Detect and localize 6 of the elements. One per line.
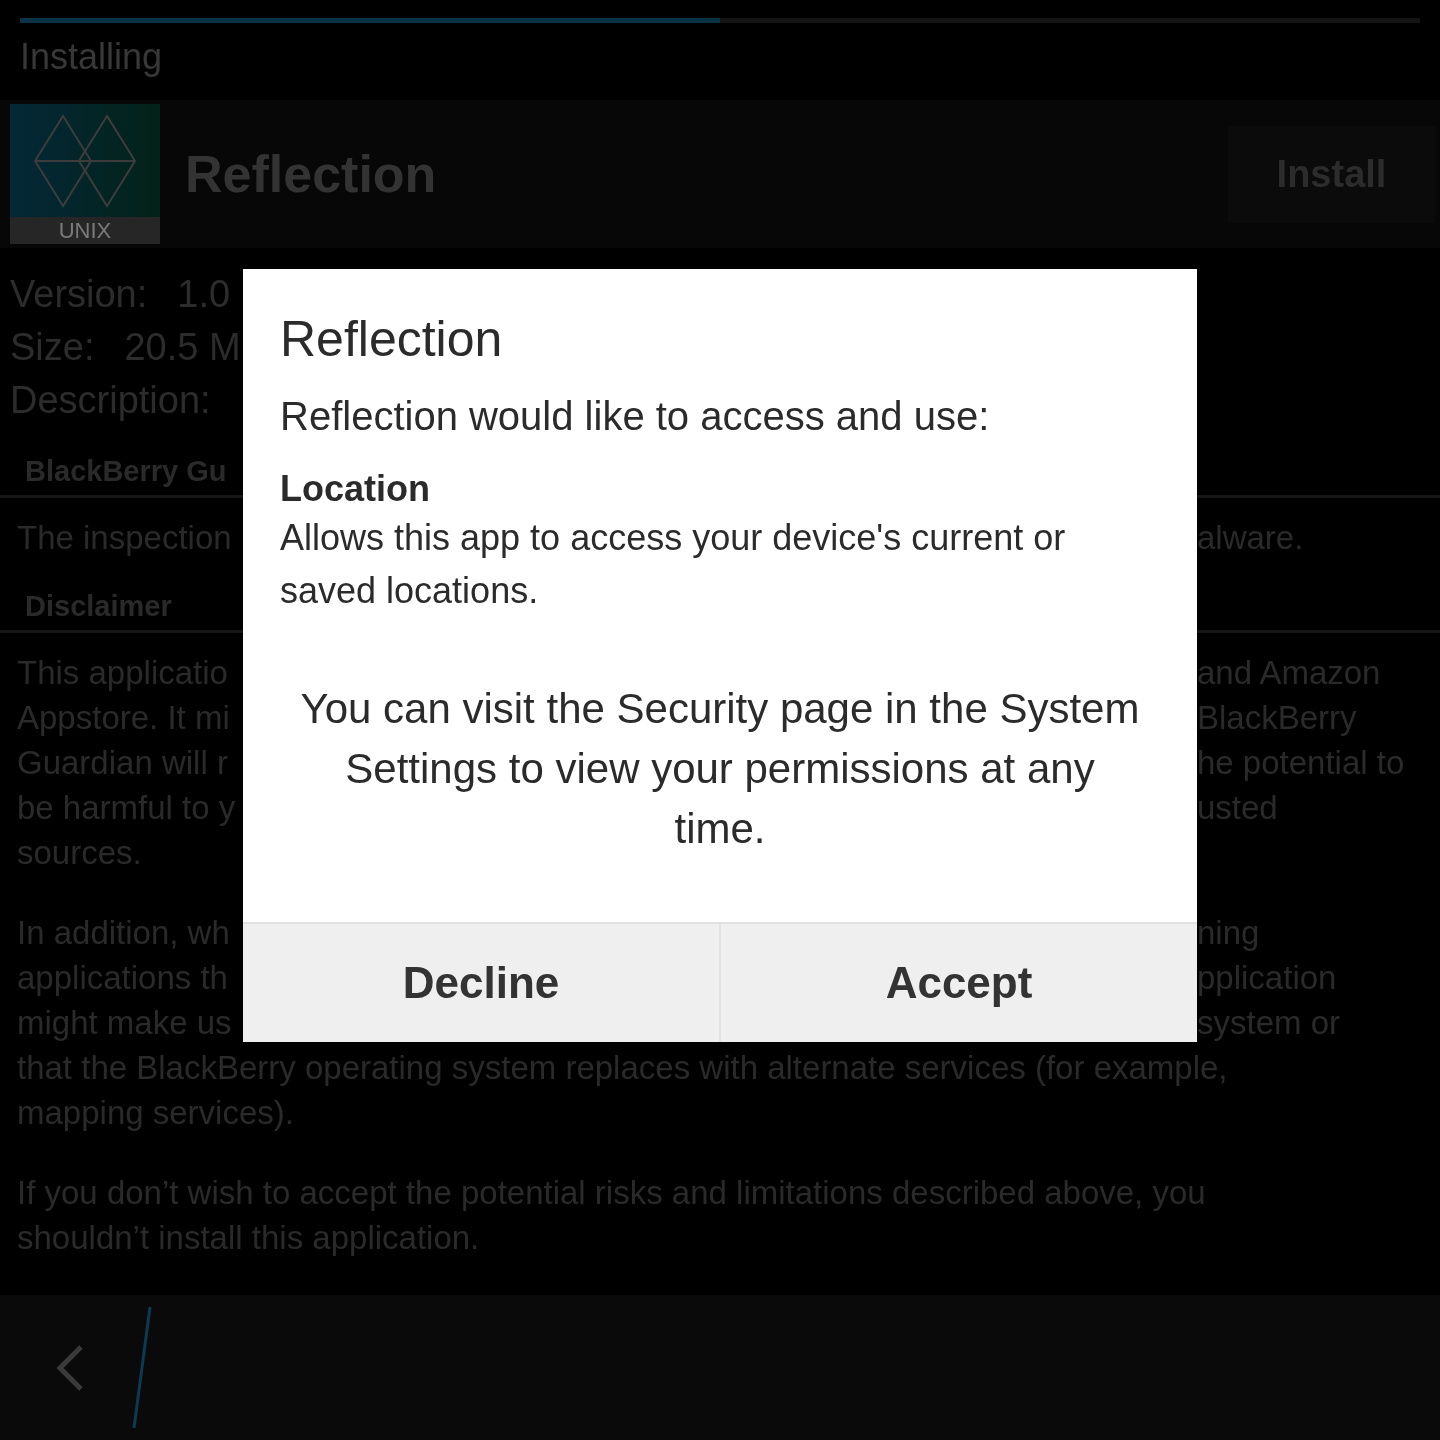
status-text: Installing xyxy=(19,35,164,79)
dialog-title: Reflection xyxy=(280,310,504,369)
dialog-note: You can visit the Security page in the System Settings to view your permissions at any time. xyxy=(299,684,1141,854)
dialog-text: Reflection would like to access and use: xyxy=(280,393,991,440)
back-button[interactable] xyxy=(55,1343,85,1392)
icon-label: UNIX xyxy=(10,217,160,244)
